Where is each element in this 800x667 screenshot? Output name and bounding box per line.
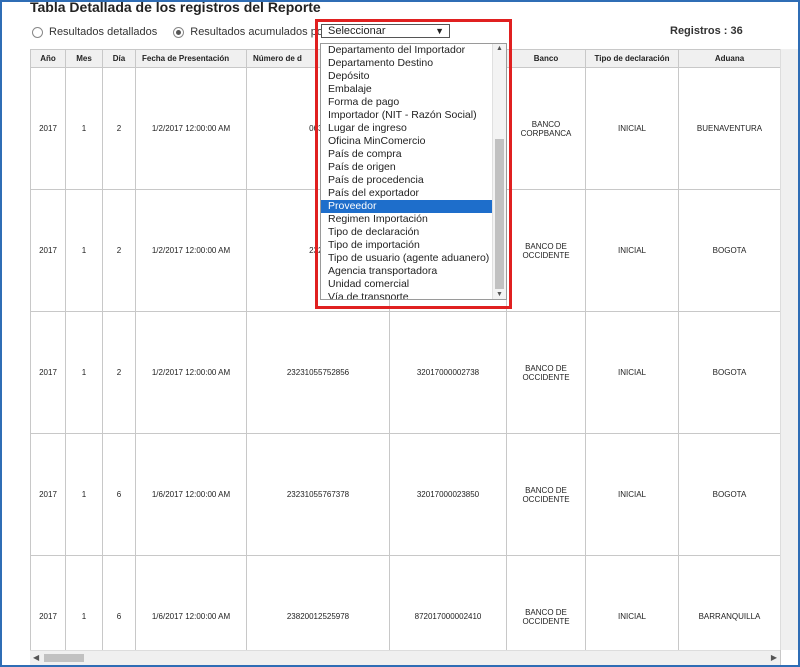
- vertical-scrollbar[interactable]: [780, 49, 798, 650]
- column-header[interactable]: Fecha de Presentación: [135, 49, 247, 68]
- table-cell: BANCO DE OCCIDENTE: [506, 189, 586, 312]
- records-count: Registros : 36: [670, 25, 743, 37]
- table-cell: INICIAL: [585, 67, 679, 190]
- column-header[interactable]: Año: [30, 49, 66, 68]
- table-cell: INICIAL: [585, 433, 679, 556]
- radio-detailed[interactable]: [32, 26, 43, 38]
- table-cell: BOGOTA: [678, 189, 781, 312]
- table-cell: 2017: [30, 311, 66, 434]
- radio-detailed-label[interactable]: Resultados detallados: [49, 26, 157, 38]
- table-cell: 1: [65, 433, 103, 556]
- table-cell: BANCO DE OCCIDENTE: [506, 311, 586, 434]
- scroll-left-icon[interactable]: ◀: [33, 653, 39, 662]
- table-row: 2017 1 2 1/2/2017 12:00:00 AM 23231055752856…: [30, 311, 781, 434]
- table-cell: 23231055767378: [246, 433, 390, 556]
- table-cell: 1: [65, 189, 103, 312]
- table-cell: 1/6/2017 12:00:00 AM: [135, 433, 247, 556]
- table-cell: BOGOTA: [678, 311, 781, 434]
- table-cell: 2017: [30, 67, 66, 190]
- table-cell: 1/2/2017 12:00:00 AM: [135, 189, 247, 312]
- table-cell: 1/2/2017 12:00:00 AM: [135, 311, 247, 434]
- table-cell: 2: [102, 311, 136, 434]
- table-cell: 23231055752856: [246, 311, 390, 434]
- table-cell: INICIAL: [585, 189, 679, 312]
- column-header[interactable]: Tipo de declaración: [585, 49, 679, 68]
- table-cell: 32017000023850: [389, 433, 507, 556]
- highlight-box: [315, 19, 512, 309]
- scroll-right-icon[interactable]: ▶: [771, 653, 777, 662]
- page-title: Tabla Detallada de los registros del Rep…: [30, 0, 321, 15]
- table-cell: BUENAVENTURA: [678, 67, 781, 190]
- horizontal-scrollbar[interactable]: ◀ ▶: [30, 650, 780, 665]
- table-cell: BOGOTA: [678, 433, 781, 556]
- table-cell: 1: [65, 311, 103, 434]
- radio-accumulated-label[interactable]: Resultados acumulados por: [190, 26, 326, 38]
- table-row: 2017 1 6 1/6/2017 12:00:00 AM 23231055767378…: [30, 433, 781, 556]
- column-header[interactable]: Banco: [506, 49, 586, 68]
- table-cell: INICIAL: [585, 311, 679, 434]
- table-cell: 1: [65, 67, 103, 190]
- radio-accumulated[interactable]: [173, 26, 185, 38]
- column-header[interactable]: Día: [102, 49, 136, 68]
- table-cell: 2: [102, 189, 136, 312]
- table-cell: 2017: [30, 189, 66, 312]
- results-mode-group: Resultados detallados Resultados acumula…: [32, 24, 343, 40]
- table-cell: BANCO DE OCCIDENTE: [506, 433, 586, 556]
- report-window: Tabla Detallada de los registros del Rep…: [0, 0, 800, 667]
- table-cell: 2: [102, 67, 136, 190]
- table-cell: 2017: [30, 433, 66, 556]
- column-header[interactable]: Mes: [65, 49, 103, 68]
- table-cell: BANCO CORPBANCA: [506, 67, 586, 190]
- table-cell: 32017000002738: [389, 311, 507, 434]
- horizontal-scroll-thumb[interactable]: [44, 654, 84, 662]
- table-cell: 1/2/2017 12:00:00 AM: [135, 67, 247, 190]
- table-cell: 6: [102, 433, 136, 556]
- column-header[interactable]: Aduana: [678, 49, 781, 68]
